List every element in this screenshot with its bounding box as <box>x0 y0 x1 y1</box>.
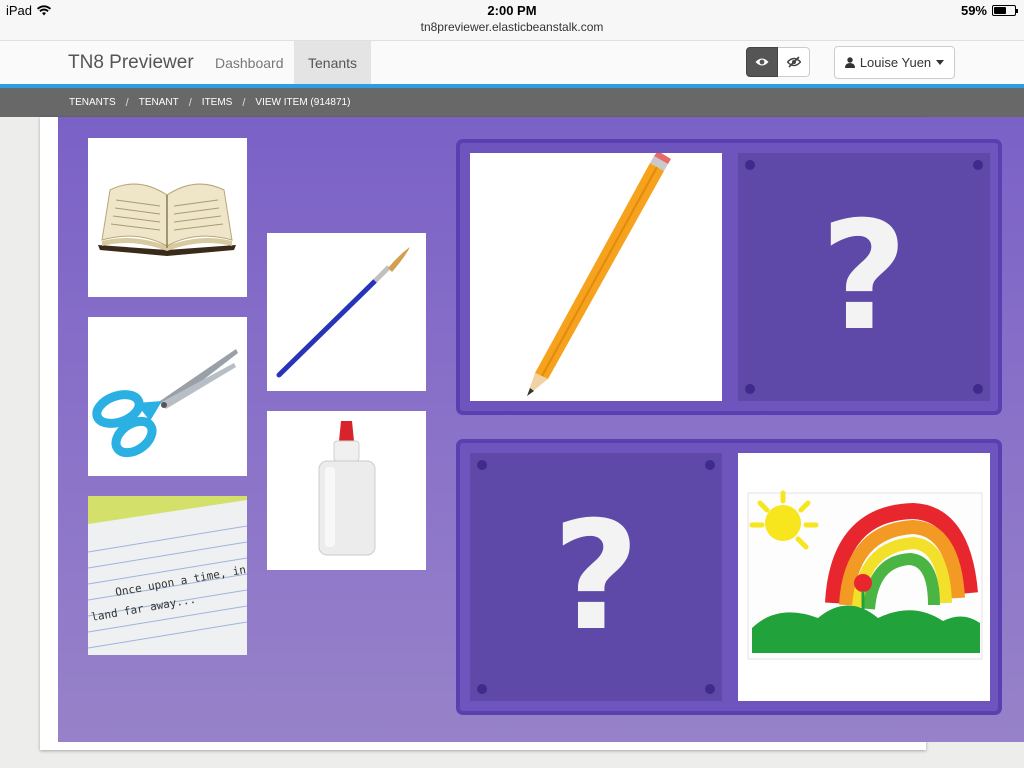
breadcrumb-separator: / <box>242 96 246 109</box>
hide-button[interactable] <box>778 47 810 77</box>
pair-row-1: ? <box>456 139 1002 415</box>
rainbow-painting-icon <box>747 490 983 660</box>
lined-paper-icon: Once upon a time, in land far away... <box>88 496 247 655</box>
ios-status-bar: iPad 2:00 PM tn8previewer.elasticbeansta… <box>0 0 1024 40</box>
tile-scissors[interactable] <box>88 317 247 476</box>
battery-percent: 59% <box>960 3 987 18</box>
breadcrumb-separator: / <box>125 96 129 109</box>
address-bar-url[interactable]: tn8previewer.elasticbeanstalk.com <box>0 20 1024 34</box>
breadcrumb: TENANTS / TENANT / ITEMS / VIEW ITEM (91… <box>0 88 1024 117</box>
brand-logo[interactable]: TN8 Previewer <box>68 52 194 74</box>
clock: 2:00 PM <box>487 3 537 18</box>
eye-slash-icon <box>786 56 801 68</box>
breadcrumb-tenant[interactable]: TENANT <box>139 97 179 108</box>
breadcrumb-separator: / <box>188 96 192 109</box>
paintbrush-icon <box>276 247 410 378</box>
battery-icon <box>992 5 1018 16</box>
tile-pencil[interactable] <box>470 153 722 401</box>
glue-bottle-icon <box>318 421 376 556</box>
breadcrumb-current: VIEW ITEM (914871) <box>255 97 351 108</box>
show-button[interactable] <box>746 47 778 77</box>
user-menu-button[interactable]: Louise Yuen <box>834 46 955 79</box>
tile-glue[interactable] <box>267 411 426 570</box>
eye-icon <box>755 58 769 66</box>
drop-target-slot[interactable]: ? <box>470 453 722 701</box>
tile-paintbrush[interactable] <box>267 233 426 391</box>
user-name: Louise Yuen <box>859 55 932 70</box>
nav-dashboard[interactable]: Dashboard <box>201 41 298 85</box>
battery-indicator: 59% <box>960 3 1018 18</box>
preview-visibility-toggle <box>746 47 810 77</box>
question-mark: ? <box>552 490 640 664</box>
tile-book[interactable] <box>88 138 247 297</box>
drop-target-slot[interactable]: ? <box>738 153 990 401</box>
tile-story-paper[interactable]: Once upon a time, in land far away... <box>88 496 247 655</box>
pencil-icon <box>527 153 671 396</box>
user-icon <box>844 57 855 68</box>
pair-row-2: ? <box>456 439 1002 715</box>
top-navbar: TN8 Previewer Dashboard Tenants Louise Y… <box>0 40 1024 85</box>
caret-down-icon <box>936 60 945 65</box>
scissors-icon <box>92 349 238 458</box>
open-book-icon <box>98 183 236 256</box>
question-mark: ? <box>820 190 908 364</box>
nav-tenants[interactable]: Tenants <box>294 41 372 85</box>
breadcrumb-items[interactable]: ITEMS <box>202 97 233 108</box>
breadcrumb-tenants[interactable]: TENANTS <box>69 97 116 108</box>
tile-rainbow-painting[interactable] <box>738 453 990 701</box>
battery-fill <box>994 7 1006 14</box>
